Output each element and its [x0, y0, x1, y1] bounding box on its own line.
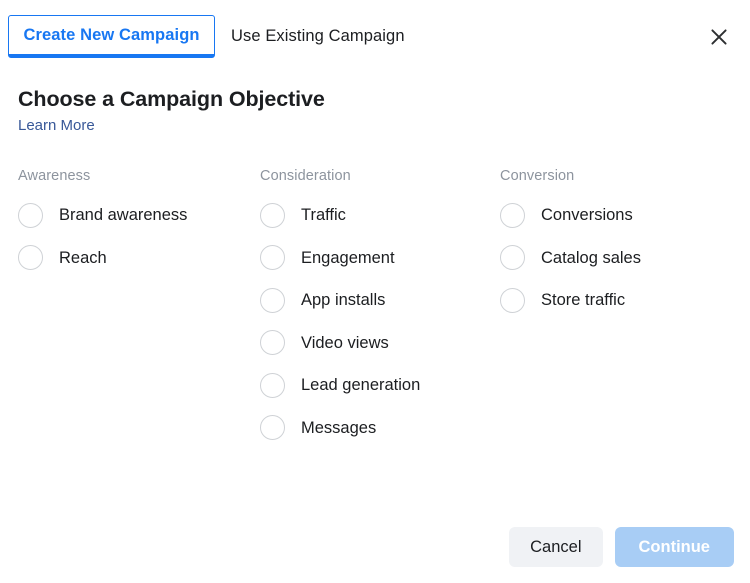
objective-option-label: Conversions [541, 206, 633, 224]
objective-column-awareness: Awareness Brand awareness Reach [18, 167, 254, 284]
radio-icon[interactable] [260, 287, 285, 313]
radio-icon[interactable] [500, 287, 525, 313]
objective-option-lead-generation[interactable]: Lead generation [260, 369, 496, 401]
objective-option-label: Catalog sales [541, 248, 641, 267]
radio-icon[interactable] [18, 202, 43, 228]
objective-option-label: App installs [301, 291, 386, 309]
close-icon [710, 28, 728, 46]
objective-option-app-installs[interactable]: App installs [260, 284, 496, 316]
objective-option-label: Reach [59, 248, 107, 267]
objective-option-label: Video views [301, 333, 389, 352]
cancel-button[interactable]: Cancel [509, 527, 603, 567]
continue-button[interactable]: Continue [614, 527, 734, 567]
radio-icon[interactable] [500, 202, 525, 228]
objective-option-conversions[interactable]: Conversions [500, 199, 736, 231]
radio-icon[interactable] [260, 245, 285, 270]
campaign-objective-dialog: Create New Campaign Use Existing Campaig… [0, 0, 750, 583]
radio-icon[interactable] [18, 245, 43, 270]
close-button[interactable] [704, 22, 734, 52]
tab-create-new-campaign-label: Create New Campaign [23, 25, 200, 44]
dialog-footer: Cancel Continue [509, 527, 734, 567]
objective-column-consideration: Consideration Traffic Engagement App ins… [260, 167, 496, 454]
tab-use-existing-campaign[interactable]: Use Existing Campaign [229, 15, 407, 58]
objective-option-catalog-sales[interactable]: Catalog sales [500, 242, 736, 274]
objective-option-label: Messages [301, 418, 377, 437]
objective-option-video-views[interactable]: Video views [260, 327, 496, 359]
tab-create-new-campaign[interactable]: Create New Campaign [8, 15, 215, 58]
objective-columns: Awareness Brand awareness Reach Consider… [0, 136, 750, 583]
learn-more-link[interactable]: Learn More [18, 116, 95, 136]
radio-icon[interactable] [500, 245, 525, 270]
tab-bar: Create New Campaign Use Existing Campaig… [0, 0, 750, 68]
objective-option-label: Store traffic [541, 291, 626, 309]
heading-block: Choose a Campaign Objective Learn More [0, 68, 750, 136]
objective-option-label: Lead generation [301, 376, 421, 394]
objective-column-conversion: Conversion Conversions Catalog sales Sto… [500, 167, 736, 327]
column-title-awareness: Awareness [18, 168, 91, 184]
objective-option-brand-awareness[interactable]: Brand awareness [18, 199, 254, 231]
objective-option-store-traffic[interactable]: Store traffic [500, 284, 736, 316]
column-title-conversion: Conversion [500, 168, 575, 184]
objective-option-label: Engagement [301, 248, 395, 267]
radio-icon[interactable] [260, 372, 285, 398]
column-title-consideration: Consideration [260, 168, 351, 184]
radio-icon[interactable] [260, 202, 285, 228]
tab-use-existing-campaign-label: Use Existing Campaign [231, 27, 405, 45]
objective-option-reach[interactable]: Reach [18, 242, 254, 274]
page-title: Choose a Campaign Objective [18, 87, 325, 111]
objective-option-messages[interactable]: Messages [260, 412, 496, 444]
objective-option-label: Traffic [301, 206, 346, 224]
radio-icon[interactable] [260, 330, 285, 355]
radio-icon[interactable] [260, 415, 285, 440]
objective-option-label: Brand awareness [59, 206, 188, 224]
objective-option-engagement[interactable]: Engagement [260, 242, 496, 274]
objective-option-traffic[interactable]: Traffic [260, 199, 496, 231]
